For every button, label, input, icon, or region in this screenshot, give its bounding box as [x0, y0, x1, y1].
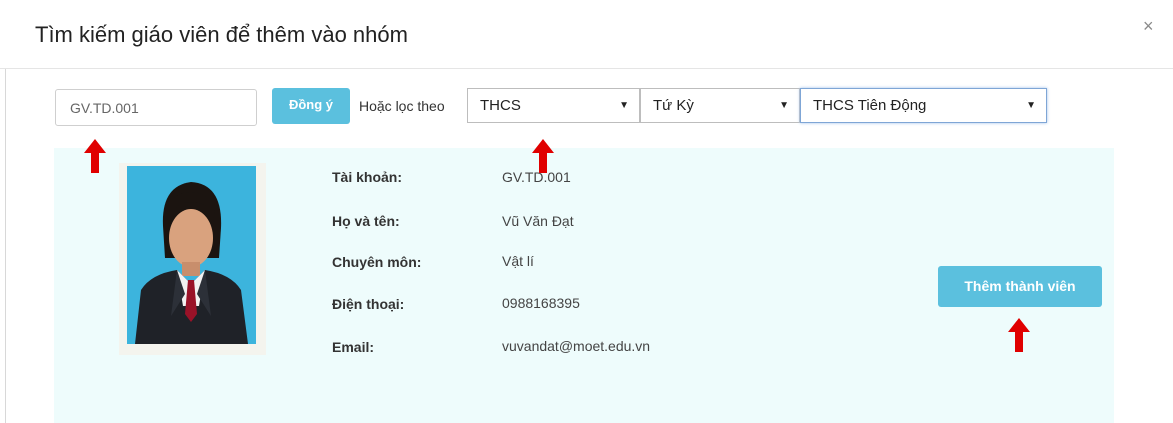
- fullname-value: Vũ Văn Đạt: [502, 213, 574, 229]
- school-select[interactable]: THCS Tiên Động ▼: [800, 88, 1047, 123]
- teacher-portrait-icon: [127, 166, 256, 344]
- dialog-header: Tìm kiếm giáo viên để thêm vào nhóm ×: [0, 0, 1173, 69]
- chevron-down-icon: ▼: [619, 100, 629, 111]
- email-label: Email:: [332, 339, 375, 355]
- teacher-search-input[interactable]: [55, 89, 257, 126]
- dialog-title: Tìm kiếm giáo viên để thêm vào nhóm: [35, 22, 408, 47]
- district-select-value: Tứ Kỳ: [653, 97, 694, 114]
- level-select[interactable]: THCS ▼: [467, 88, 640, 123]
- phone-label: Điện thoại:: [332, 296, 405, 312]
- fullname-label: Họ và tên:: [332, 213, 400, 229]
- email-value: vuvandat@moet.edu.vn: [502, 338, 651, 354]
- arrow-up-icon: [84, 139, 106, 173]
- level-select-value: THCS: [480, 97, 521, 114]
- add-member-button[interactable]: Thêm thành viên: [938, 266, 1102, 307]
- teacher-photo: [127, 166, 256, 344]
- district-select[interactable]: Tứ Kỳ ▼: [640, 88, 800, 123]
- arrow-up-icon: [532, 139, 554, 173]
- arrow-up-icon: [1008, 318, 1030, 352]
- phone-value: 0988168395: [502, 295, 580, 311]
- school-select-value: THCS Tiên Động: [813, 97, 927, 114]
- subject-value: Vật lí: [502, 253, 534, 269]
- agree-button[interactable]: Đồng ý: [272, 88, 350, 124]
- subject-label: Chuyên môn:: [332, 254, 422, 270]
- chevron-down-icon: ▼: [1026, 100, 1036, 111]
- chevron-down-icon: ▼: [779, 100, 789, 111]
- filter-label: Hoặc lọc theo: [359, 98, 445, 114]
- close-icon[interactable]: ×: [1143, 16, 1154, 37]
- account-label: Tài khoản:: [332, 169, 403, 185]
